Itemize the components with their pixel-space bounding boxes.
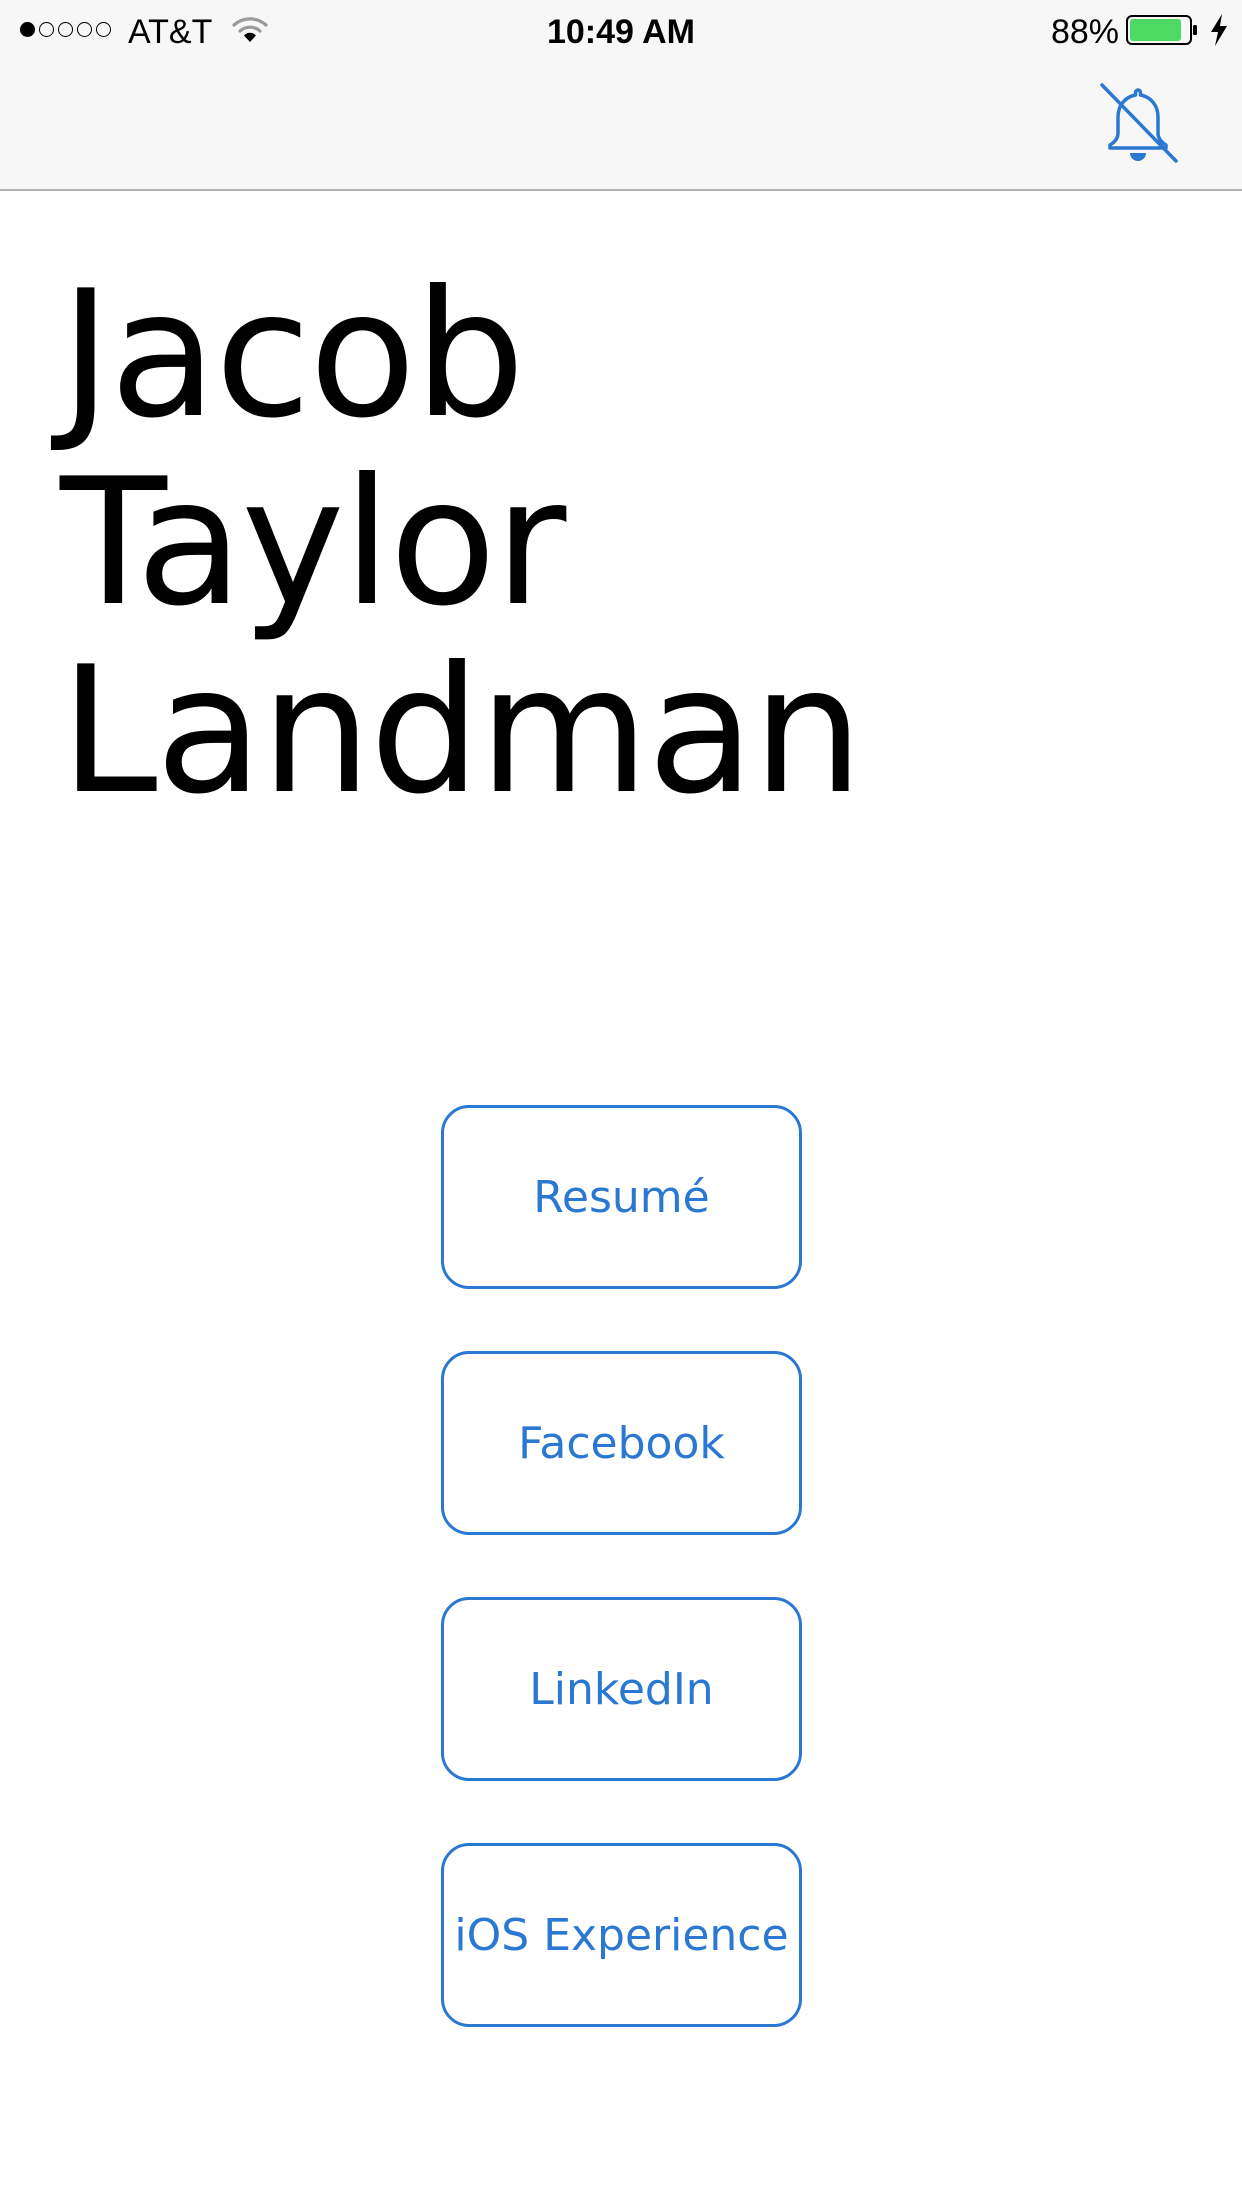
profile-name: Jacob Taylor Landman xyxy=(60,254,863,833)
status-bar: AT&T 10:49 AM 88% xyxy=(0,0,1242,60)
name-middle: Taylor xyxy=(60,442,566,645)
bell-slash-icon xyxy=(1100,83,1178,163)
facebook-button[interactable]: Facebook xyxy=(441,1351,802,1535)
name-last: Landman xyxy=(60,630,863,833)
name-first: Jacob xyxy=(60,254,525,457)
charging-bolt-icon xyxy=(1211,14,1227,46)
battery-percentage: 88% xyxy=(1050,13,1119,51)
resume-button[interactable]: Resumé xyxy=(441,1105,802,1289)
linkedin-button[interactable]: LinkedIn xyxy=(441,1597,802,1781)
ios-experience-button[interactable]: iOS Experience xyxy=(441,1843,802,2027)
notifications-toggle-button[interactable] xyxy=(1090,75,1186,171)
navigation-bar xyxy=(0,60,1242,191)
battery-icon xyxy=(1126,15,1197,45)
